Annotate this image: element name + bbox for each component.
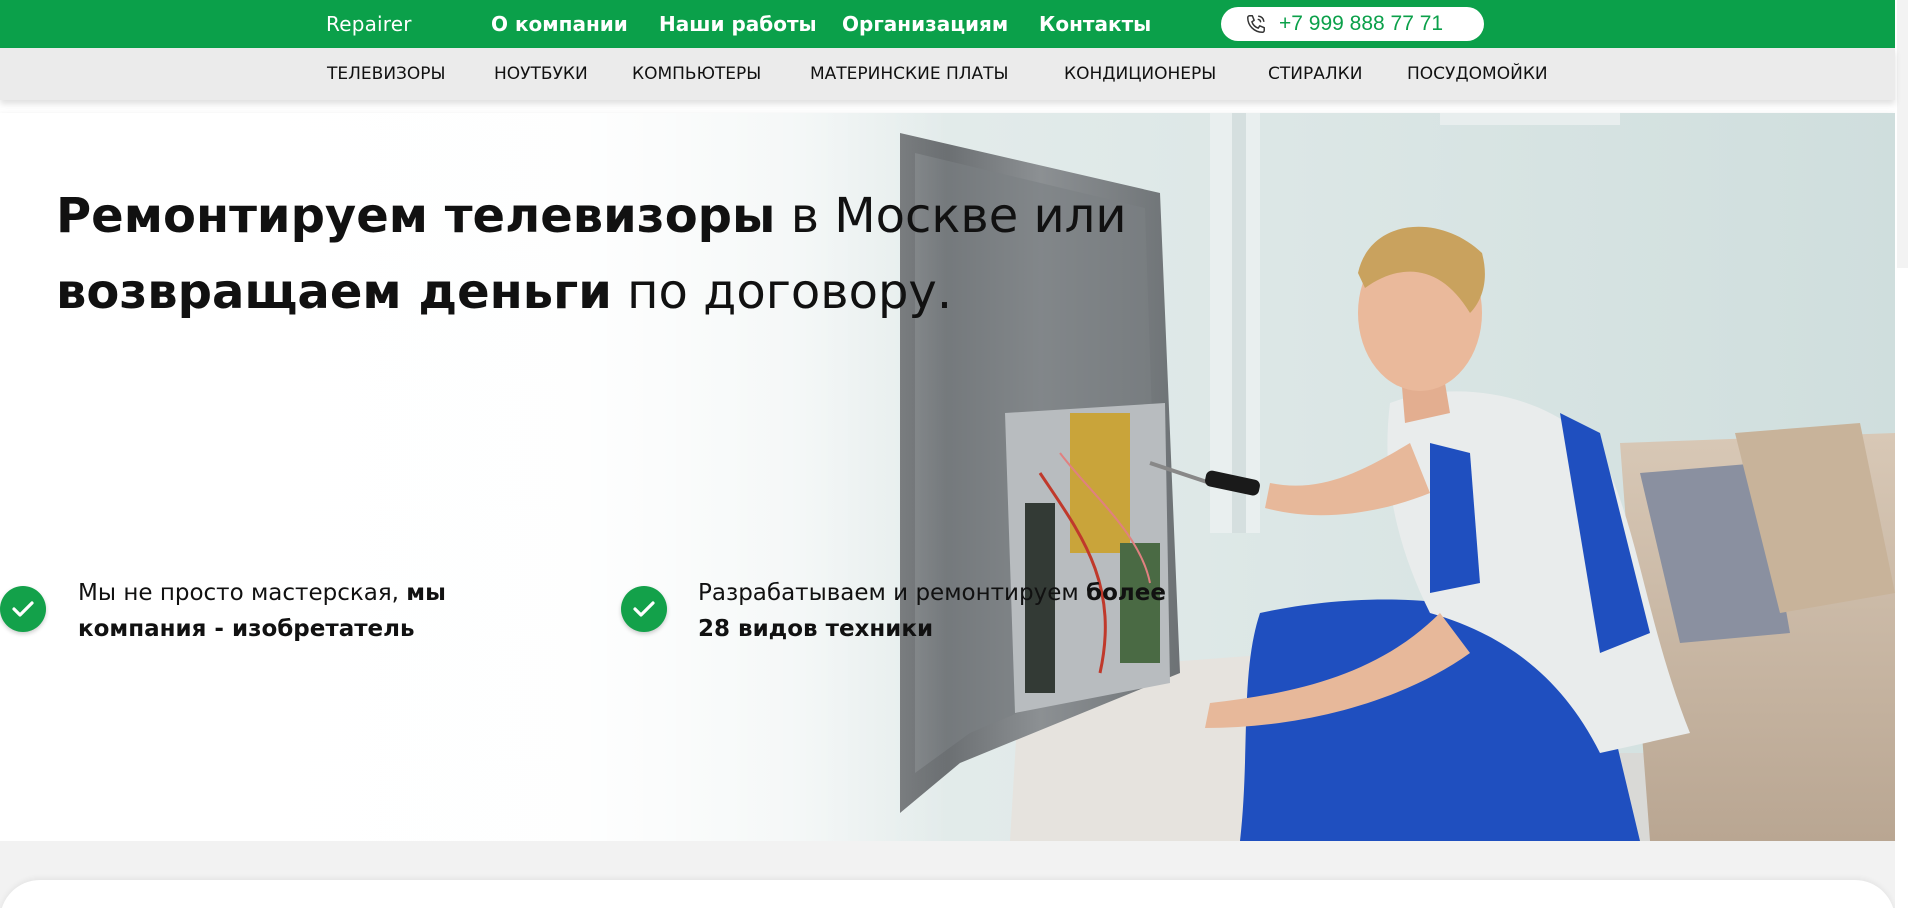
feature-text: Разрабатываем и ремонтируем более 28 вид…	[698, 575, 1166, 647]
feature-text-regular: Мы не просто мастерская,	[78, 580, 407, 606]
phone-button[interactable]: +7 999 888 77 71	[1221, 7, 1484, 41]
headline-light-1: в Москве или	[775, 188, 1127, 244]
hero-section: Ремонтируем телевизоры в Москве или возв…	[0, 113, 1895, 841]
feature-text-bold: мы	[406, 580, 446, 606]
category-dishwashers[interactable]: ПОСУДОМОЙКИ	[1407, 64, 1548, 84]
top-bar: Repairer О компании Наши работы Организа…	[0, 0, 1895, 48]
hero-headline: Ремонтируем телевизоры в Москве или возв…	[56, 178, 1256, 330]
category-laptops[interactable]: НОУТБУКИ	[494, 64, 588, 84]
check-circle-icon	[621, 586, 667, 632]
nav-link-works[interactable]: Наши работы	[659, 12, 817, 36]
check-circle-icon	[0, 586, 46, 632]
phone-icon	[1247, 15, 1265, 33]
scrollbar-thumb[interactable]	[1897, 0, 1908, 268]
feature-text-bold: более	[1086, 580, 1166, 606]
feature-text-bold-line2: 28 видов техники	[698, 616, 934, 642]
next-section-card	[0, 880, 1895, 908]
scrollbar[interactable]	[1895, 0, 1910, 908]
category-bar: ТЕЛЕВИЗОРЫ НОУТБУКИ КОМПЬЮТЕРЫ МАТЕРИНСК…	[0, 48, 1895, 100]
nav-link-about[interactable]: О компании	[491, 12, 628, 36]
category-computers[interactable]: КОМПЬЮТЕРЫ	[632, 64, 761, 84]
headline-bold-2: возвращаем деньги	[56, 264, 612, 320]
headline-light-2: по договору.	[611, 264, 953, 320]
category-motherboards[interactable]: МАТЕРИНСКИЕ ПЛАТЫ	[810, 64, 1009, 84]
feature-text: Мы не просто мастерская, мы компания - и…	[78, 575, 446, 647]
category-washing-machines[interactable]: СТИРАЛКИ	[1268, 64, 1362, 84]
nav-link-contacts[interactable]: Контакты	[1039, 12, 1151, 36]
category-tvs[interactable]: ТЕЛЕВИЗОРЫ	[327, 64, 446, 84]
page: Repairer О компании Наши работы Организа…	[0, 0, 1910, 908]
category-air-conditioners[interactable]: КОНДИЦИОНЕРЫ	[1064, 64, 1216, 84]
feature-text-bold-line2: компания - изобретатель	[78, 616, 415, 642]
headline-bold-1: Ремонтируем телевизоры	[56, 188, 776, 244]
feature-text-regular: Разрабатываем и ремонтируем	[698, 580, 1087, 606]
nav-link-organizations[interactable]: Организациям	[842, 12, 1008, 36]
phone-number: +7 999 888 77 71	[1279, 12, 1444, 35]
logo[interactable]: Repairer	[326, 12, 412, 36]
